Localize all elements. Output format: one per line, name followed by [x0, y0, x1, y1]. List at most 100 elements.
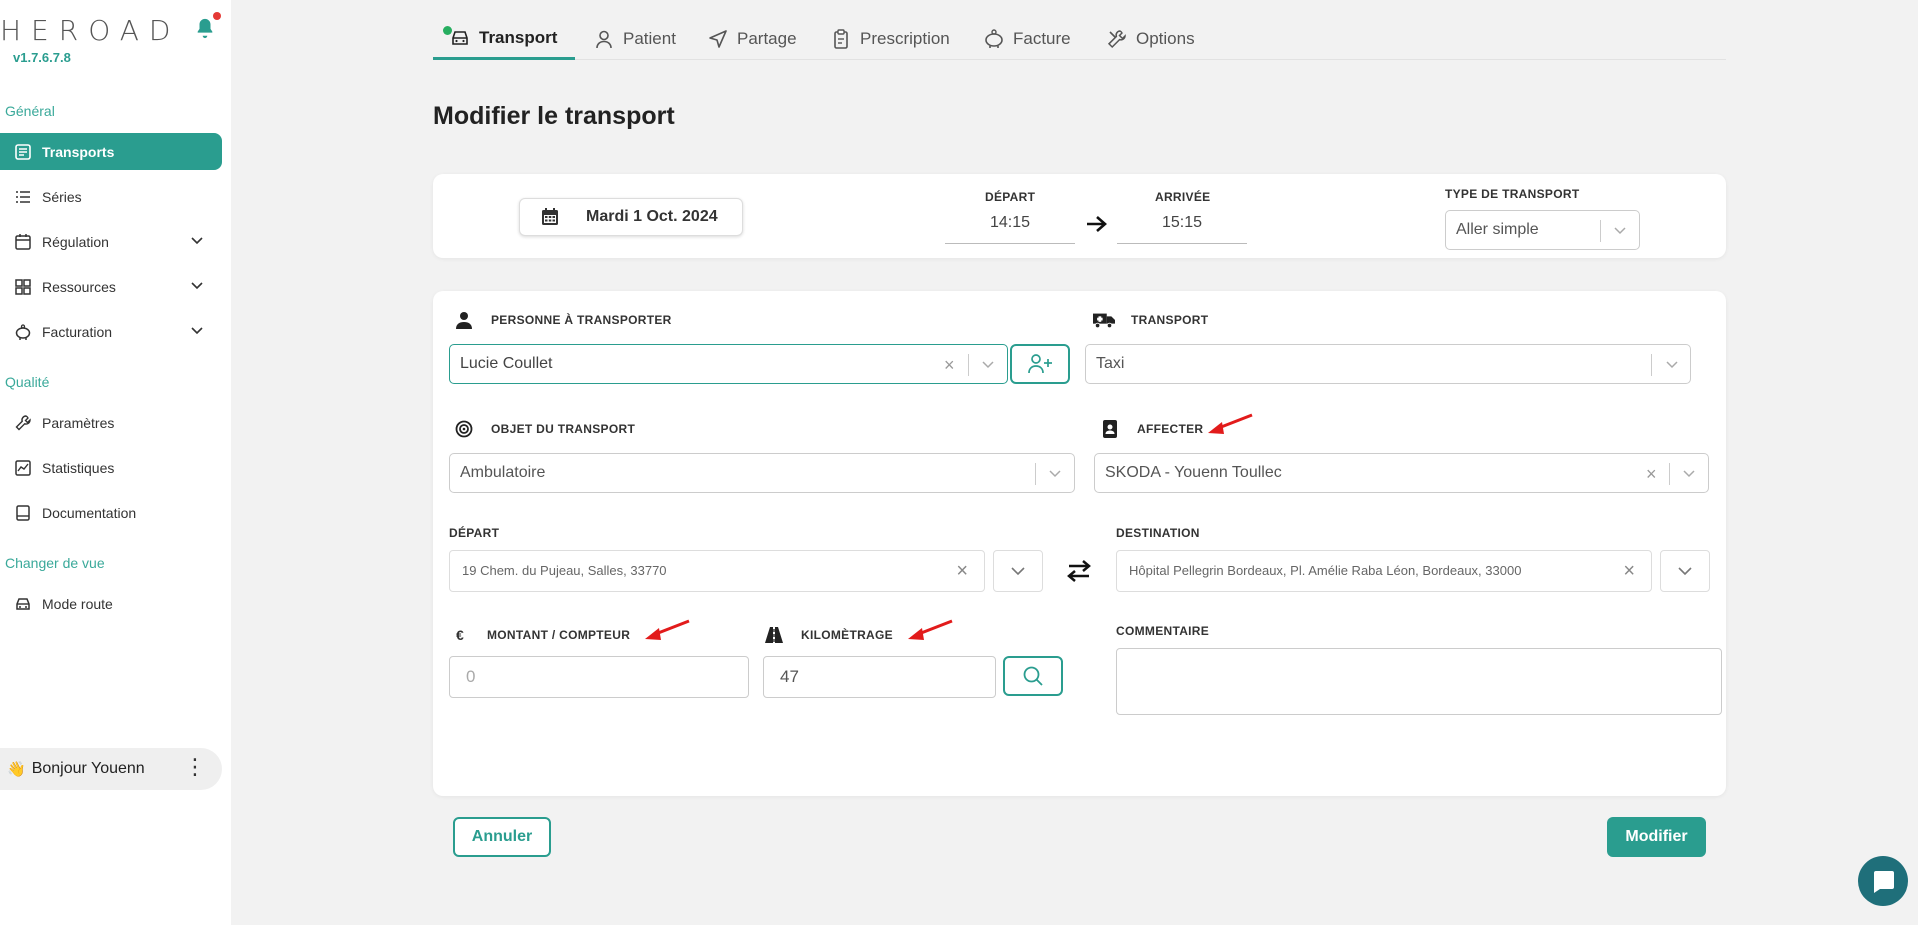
list-icon [13, 142, 33, 162]
date-value: Mardi 1 Oct. 2024 [586, 208, 718, 225]
cancel-button[interactable]: Annuler [453, 817, 551, 857]
transport-vehicle-select[interactable]: Taxi [1085, 344, 1691, 384]
depart-options-button[interactable] [993, 550, 1043, 592]
transport-type-value: Aller simple [1456, 221, 1539, 238]
calendar-icon [13, 232, 33, 252]
personne-label: PERSONNE À TRANSPORTER [453, 311, 672, 329]
tab-partage[interactable]: Partage [707, 18, 797, 60]
section-title-changer-vue: Changer de vue [5, 555, 105, 571]
destination-address-input[interactable]: Hôpital Pellegrin Bordeaux, Pl. Amélie R… [1116, 550, 1652, 592]
tab-transport[interactable]: Transport [433, 18, 575, 60]
sidebar-item-regulation[interactable]: Régulation [0, 223, 222, 260]
montant-input[interactable]: 0 [449, 656, 749, 698]
submit-button[interactable]: Modifier [1607, 817, 1706, 857]
add-patient-button[interactable] [1010, 344, 1070, 384]
clear-icon[interactable]: × [944, 355, 955, 376]
notification-bell-icon[interactable] [194, 16, 216, 40]
clear-icon[interactable]: × [1646, 464, 1657, 485]
clear-icon[interactable]: × [956, 551, 968, 591]
sidebar-item-label: Documentation [42, 504, 137, 521]
tab-options[interactable]: Options [1106, 18, 1195, 60]
sidebar-item-label: Régulation [42, 233, 109, 250]
select-separator [1669, 463, 1670, 485]
sidebar-item-label: Séries [42, 188, 82, 205]
sidebar-item-statistiques[interactable]: Statistiques [0, 449, 222, 486]
sidebar-item-parametres[interactable]: Paramètres [0, 404, 222, 441]
annotation-arrow [645, 619, 690, 640]
sidebar: HEROAD v1.7.6.7.8 Général Transports Sér… [0, 0, 231, 925]
compute-km-button[interactable] [1003, 656, 1063, 696]
transport-label: TRANSPORT [1093, 311, 1208, 329]
grid-icon [13, 277, 33, 297]
objet-select[interactable]: Ambulatoire [449, 453, 1075, 493]
affecter-label-text: AFFECTER [1137, 422, 1204, 436]
transport-vehicle-value: Taxi [1096, 355, 1125, 372]
transport-label-text: TRANSPORT [1131, 313, 1209, 327]
sidebar-item-label: Ressources [42, 278, 116, 295]
tab-label: Facture [1013, 29, 1071, 48]
depart-address-input[interactable]: 19 Chem. du Pujeau, Salles, 33770 × [449, 550, 985, 592]
arrivee-time-label: ARRIVÉE [1155, 190, 1211, 204]
commentaire-textarea[interactable] [1116, 648, 1722, 715]
chevron-down-icon [1011, 567, 1025, 576]
clipboard-icon [830, 28, 852, 50]
sidebar-item-label: Statistiques [42, 459, 115, 476]
sidebar-item-mode-route[interactable]: Mode route [0, 585, 222, 622]
tools-icon [1106, 28, 1128, 50]
tab-prescription[interactable]: Prescription [830, 18, 950, 60]
clear-icon[interactable]: × [1623, 551, 1635, 591]
user-menu[interactable]: 👋 Bonjour Youenn ⋮ [0, 748, 222, 790]
chevron-down-icon [191, 327, 203, 335]
calendar-icon [540, 207, 560, 227]
id-badge-icon [1099, 420, 1121, 438]
sidebar-item-documentation[interactable]: Documentation [0, 494, 222, 531]
sidebar-item-transports[interactable]: Transports [0, 133, 222, 170]
depart-address-label: DÉPART [449, 526, 500, 540]
sidebar-item-series[interactable]: Séries [0, 178, 222, 215]
ambulance-icon [1093, 311, 1115, 329]
car-icon [449, 27, 471, 49]
book-icon [13, 503, 33, 523]
piggy-bank-icon [13, 322, 33, 342]
target-icon [453, 420, 475, 438]
destination-options-button[interactable] [1660, 550, 1710, 592]
section-title-qualite: Qualité [5, 374, 50, 390]
sidebar-item-facturation[interactable]: Facturation [0, 313, 222, 350]
objet-value: Ambulatoire [460, 464, 546, 481]
transport-type-label: TYPE DE TRANSPORT [1445, 187, 1580, 201]
transport-form-card: PERSONNE À TRANSPORTER Lucie Coullet × T… [433, 291, 1726, 796]
affecter-select[interactable]: SKODA - Youenn Toullec × [1094, 453, 1709, 493]
app-logo[interactable]: HEROAD [0, 14, 180, 47]
date-picker-button[interactable]: Mardi 1 Oct. 2024 [519, 198, 743, 236]
montant-label: € MONTANT / COMPTEUR [449, 627, 630, 643]
chat-support-button[interactable] [1858, 856, 1908, 906]
chevron-down-icon [191, 282, 203, 290]
arrivee-time-input[interactable]: 15:15 [1117, 208, 1247, 244]
tab-label: Patient [623, 29, 676, 48]
sidebar-item-ressources[interactable]: Ressources [0, 268, 222, 305]
more-options-icon[interactable]: ⋮ [184, 756, 206, 778]
chevron-down-icon [1049, 470, 1061, 478]
transport-type-select[interactable]: Aller simple [1445, 210, 1640, 250]
km-input[interactable]: 47 [763, 656, 996, 698]
objet-label-text: OBJET DU TRANSPORT [491, 422, 636, 436]
sidebar-item-label: Transports [42, 143, 115, 160]
select-separator [1651, 354, 1652, 376]
depart-time-label: DÉPART [985, 190, 1036, 204]
affecter-label: AFFECTER [1099, 420, 1203, 438]
notification-badge [213, 12, 221, 20]
stats-icon [13, 458, 33, 478]
search-icon [1023, 666, 1043, 686]
depart-time-input[interactable]: 14:15 [945, 208, 1075, 244]
tab-label: Transport [479, 27, 558, 47]
commentaire-label: COMMENTAIRE [1116, 624, 1210, 638]
tab-patient[interactable]: Patient [593, 18, 676, 60]
depart-address-value: 19 Chem. du Pujeau, Salles, 33770 [462, 563, 667, 578]
sidebar-item-label: Paramètres [42, 414, 115, 431]
add-user-icon [1028, 354, 1052, 374]
personne-select[interactable]: Lucie Coullet × [449, 344, 1008, 384]
objet-label: OBJET DU TRANSPORT [453, 420, 635, 438]
chevron-down-icon [191, 237, 203, 245]
swap-icon[interactable] [1065, 559, 1093, 583]
tab-facture[interactable]: Facture [983, 18, 1071, 60]
